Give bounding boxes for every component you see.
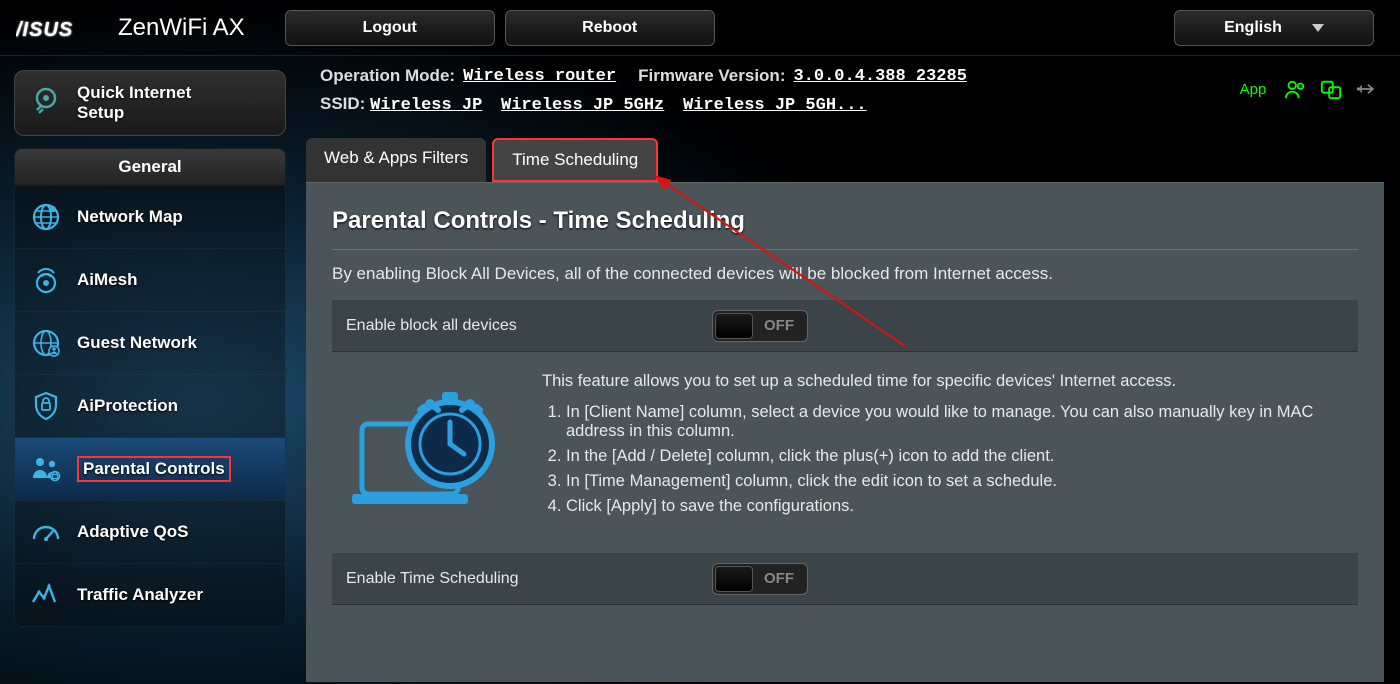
family-icon (29, 452, 63, 486)
quick-internet-setup-button[interactable]: Quick Internet Setup (14, 70, 286, 136)
time-scheduling-toggle[interactable]: OFF (712, 563, 808, 595)
sidebar-item-adaptive-qos[interactable]: Adaptive QoS (15, 500, 285, 563)
tab-web-apps-filters[interactable]: Web & Apps Filters (306, 138, 486, 182)
setting-block-all-devices: Enable block all devices OFF (332, 300, 1358, 352)
firmware-link[interactable]: 3.0.0.4.388_23285 (793, 67, 966, 86)
language-label: English (1224, 19, 1282, 37)
time-scheduling-label: Enable Time Scheduling (332, 570, 712, 588)
svg-text:/ISUS: /ISUS (16, 19, 73, 40)
step-1: In [Client Name] column, select a device… (566, 403, 1348, 441)
quick-internet-setup-label: Quick Internet Setup (77, 83, 191, 122)
block-all-toggle[interactable]: OFF (712, 310, 808, 342)
sidebar-item-label: AiProtection (77, 396, 178, 416)
reboot-button[interactable]: Reboot (505, 10, 715, 46)
chevron-down-icon (1312, 24, 1324, 32)
sidebar-item-network-map[interactable]: Network Map (15, 185, 285, 248)
step-3: In [Time Management] column, click the e… (566, 472, 1348, 491)
ssid-2-link[interactable]: Wireless JP 5GHz (501, 96, 664, 115)
toggle-state: OFF (753, 570, 805, 587)
traffic-icon (29, 578, 63, 612)
sidebar-item-aimesh[interactable]: AiMesh (15, 248, 285, 311)
step-2: In the [Add / Delete] column, click the … (566, 447, 1348, 466)
sidebar-item-aiprotection[interactable]: AiProtection (15, 374, 285, 437)
sidebar-item-guest-network[interactable]: Guest Network (15, 311, 285, 374)
block-all-label: Enable block all devices (332, 317, 712, 335)
ssid-label: SSID: (320, 94, 365, 113)
ssid-3-link[interactable]: Wireless JP 5GH... (683, 96, 867, 115)
step-4: Click [Apply] to save the configurations… (566, 497, 1348, 516)
usb-icon[interactable] (1356, 78, 1378, 100)
firmware-label: Firmware Version: (638, 66, 785, 86)
operation-mode-label: Operation Mode: (320, 66, 455, 86)
product-name: ZenWiFi AX (118, 14, 245, 42)
asus-logo: /ISUS (16, 15, 106, 41)
content-panel: Parental Controls - Time Scheduling By e… (306, 182, 1384, 682)
schedule-clock-icon (342, 372, 512, 527)
setting-time-scheduling: Enable Time Scheduling OFF (332, 553, 1358, 605)
block-all-description: By enabling Block All Devices, all of th… (332, 264, 1358, 284)
language-select[interactable]: English (1174, 10, 1374, 46)
gauge-icon (29, 515, 63, 549)
feature-intro: This feature allows you to set up a sche… (542, 372, 1348, 391)
sidebar-item-label: AiMesh (77, 270, 137, 290)
shield-icon (29, 389, 63, 423)
sidebar-item-label: Parental Controls (83, 459, 225, 478)
user-icon[interactable] (1284, 78, 1306, 100)
sidebar-item-label: Adaptive QoS (77, 522, 188, 542)
sidebar-item-traffic-analyzer[interactable]: Traffic Analyzer (15, 563, 285, 626)
ssid-1-link[interactable]: Wireless JP (370, 96, 482, 115)
page-title: Parental Controls - Time Scheduling (332, 207, 1358, 250)
toggle-knob (715, 566, 753, 592)
operation-mode-link[interactable]: Wireless router (463, 67, 616, 86)
toggle-knob (715, 313, 753, 339)
sidebar-item-parental-controls[interactable]: Parental Controls (15, 437, 285, 500)
sidebar-item-label: Guest Network (77, 333, 197, 353)
gear-setup-icon (29, 84, 63, 123)
guest-icon (29, 326, 63, 360)
logout-button[interactable]: Logout (285, 10, 495, 46)
tab-time-scheduling[interactable]: Time Scheduling (492, 138, 658, 182)
app-link[interactable]: App (1242, 78, 1264, 100)
toggle-state: OFF (753, 317, 805, 334)
sidebar-item-label: Traffic Analyzer (77, 585, 203, 605)
globe-icon (29, 200, 63, 234)
sidebar-section-general: General (15, 149, 285, 185)
mesh-icon (29, 263, 63, 297)
wan-icon[interactable] (1320, 78, 1342, 100)
sidebar-item-label: Network Map (77, 207, 183, 227)
